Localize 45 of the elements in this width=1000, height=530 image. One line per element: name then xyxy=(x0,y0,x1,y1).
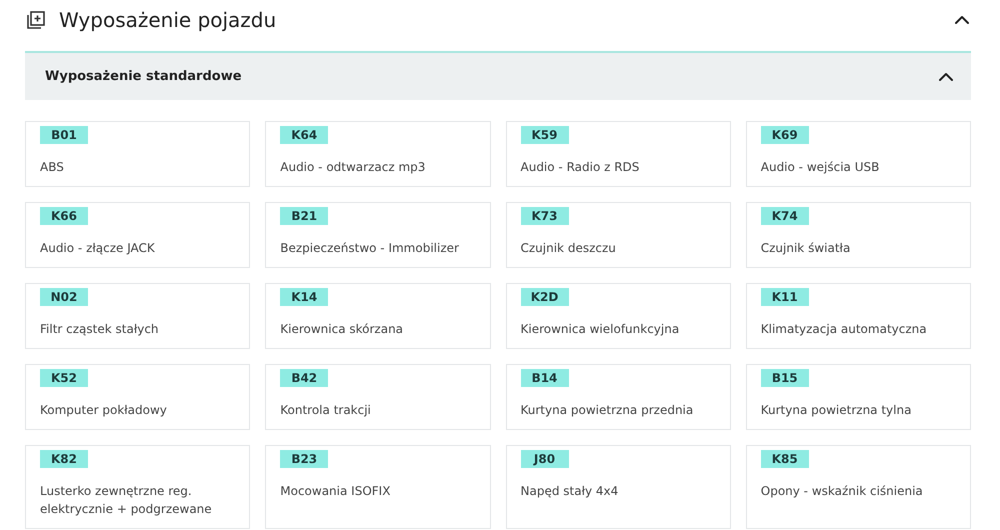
equipment-code: K64 xyxy=(280,126,328,144)
equipment-code: K82 xyxy=(40,450,88,468)
chevron-up-icon[interactable] xyxy=(939,72,953,81)
equipment-code: K2D xyxy=(520,288,568,306)
equipment-code: B42 xyxy=(280,369,328,387)
equipment-name: Mocowania ISOFIX xyxy=(280,483,392,500)
equipment-code: B01 xyxy=(40,126,88,144)
equipment-code: K74 xyxy=(760,207,809,225)
equipment-name: Czujnik deszczu xyxy=(520,240,617,257)
equipment-code: K11 xyxy=(760,288,809,306)
equipment-code: B21 xyxy=(280,207,328,225)
equipment-code: K85 xyxy=(760,450,809,468)
equipment-name: Audio - odtwarzacz mp3 xyxy=(280,159,426,176)
equipment-code: N02 xyxy=(40,288,88,306)
equipment-code: K52 xyxy=(40,369,88,387)
equipment-name: Czujnik światła xyxy=(760,240,852,257)
equipment-code: J80 xyxy=(520,450,568,468)
equipment-name: Komputer pokładowy xyxy=(40,402,168,419)
equipment-name: Filtr cząstek stałych xyxy=(40,321,160,338)
equipment-name: Opony - wskaźnik ciśnienia xyxy=(760,483,924,500)
equipment-name: Kierownica wielofunkcyjna xyxy=(520,321,680,338)
equipment-code: K73 xyxy=(520,207,568,225)
equipment-code: B23 xyxy=(280,450,328,468)
equipment-name: Kierownica skórzana xyxy=(280,321,404,338)
equipment-name: Lusterko zewnętrzne reg. elektrycznie + podgrzewane xyxy=(40,483,213,518)
equipment-code: K69 xyxy=(760,126,809,144)
equipment-name: Kurtyna powietrzna przednia xyxy=(520,402,694,419)
equipment-name: Audio - złącze JACK xyxy=(40,240,156,257)
equipment-code: K59 xyxy=(520,126,568,144)
equipment-name: Napęd stały 4x4 xyxy=(520,483,620,500)
equipment-name: Audio - Radio z RDS xyxy=(520,159,640,176)
equipment-code: B14 xyxy=(520,369,568,387)
equipment-code: B15 xyxy=(760,369,809,387)
equipment-name: ABS xyxy=(40,159,65,176)
equipment-name: Bezpieczeństwo - Immobilizer xyxy=(280,240,460,257)
equipment-code: K14 xyxy=(280,288,328,306)
chevron-up-icon[interactable] xyxy=(955,15,969,24)
subsection-header[interactable]: Wyposażenie standardowe xyxy=(25,51,971,100)
equipment-name: Klimatyzacja automatyczna xyxy=(760,321,928,338)
equipment-code: K66 xyxy=(40,207,88,225)
section-title: Wyposażenie pojazdu xyxy=(59,6,276,34)
equipment-name: Kontrola trakcji xyxy=(280,402,372,419)
equipment-name: Kurtyna powietrzna tylna xyxy=(760,402,912,419)
equipment-name: Audio - wejścia USB xyxy=(760,159,880,176)
add-copy-icon xyxy=(26,10,46,30)
